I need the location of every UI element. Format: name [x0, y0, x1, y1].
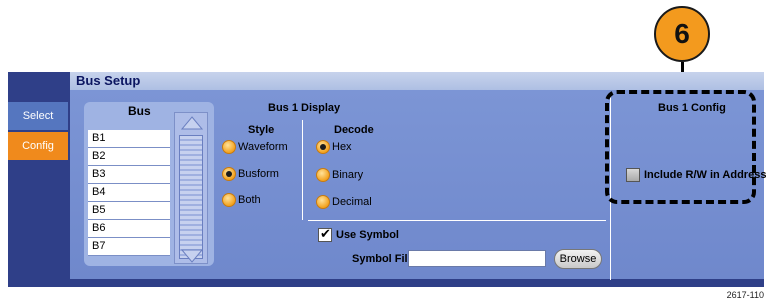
tab-config[interactable]: Config: [8, 132, 68, 160]
bus-item-b6[interactable]: B6: [88, 220, 170, 238]
style-header: Style: [248, 124, 275, 136]
use-symbol-label: Use Symbol: [336, 229, 399, 241]
scroll-down-icon[interactable]: [181, 249, 203, 263]
decode-header: Decode: [334, 124, 374, 136]
browse-button-label: Browse: [559, 253, 597, 265]
bus-item-b4[interactable]: B4: [88, 184, 170, 202]
callout-highlight-box: [605, 90, 756, 204]
callout-badge: 6: [654, 6, 710, 62]
bus-item-b2[interactable]: B2: [88, 148, 170, 166]
bus-scrollbar[interactable]: [174, 112, 208, 264]
style-waveform-label: Waveform: [238, 141, 288, 153]
callout-number: 6: [674, 18, 690, 49]
symbol-divider: [308, 220, 606, 221]
style-decode-divider: [302, 120, 303, 220]
style-busform-radio[interactable]: [222, 167, 236, 181]
decode-decimal-label: Decimal: [332, 196, 372, 208]
style-both-label: Both: [238, 194, 261, 206]
scroll-thumb[interactable]: [179, 135, 203, 259]
decode-binary-radio[interactable]: [316, 168, 330, 182]
decode-decimal-radio[interactable]: [316, 195, 330, 209]
bus-list-frame: Bus B1 B2 B3 B4 B5 B6 B7: [84, 102, 214, 266]
bus-item-b1[interactable]: B1: [88, 130, 170, 148]
tab-select-label: Select: [22, 110, 54, 122]
figure-code: 2617-110: [726, 290, 764, 300]
style-both-radio[interactable]: [222, 193, 236, 207]
bus-item-b5[interactable]: B5: [88, 202, 170, 220]
tab-config-label: Config: [22, 140, 54, 152]
bus-list: B1 B2 B3 B4 B5 B6 B7: [88, 130, 170, 256]
decode-binary-label: Binary: [332, 169, 364, 181]
decode-hex-radio[interactable]: [316, 140, 330, 154]
style-waveform-radio[interactable]: [222, 140, 236, 154]
browse-button[interactable]: Browse: [554, 249, 602, 269]
style-busform-label: Busform: [238, 168, 279, 180]
symbol-file-input[interactable]: [408, 250, 546, 267]
tab-select[interactable]: Select: [8, 102, 68, 130]
bus-header: Bus: [128, 104, 151, 118]
use-symbol-checkbox[interactable]: [318, 226, 332, 242]
bus-item-b7[interactable]: B7: [88, 238, 170, 256]
window-title: Bus Setup: [70, 72, 764, 90]
bus-item-b3[interactable]: B3: [88, 166, 170, 184]
display-header: Bus 1 Display: [268, 102, 341, 114]
decode-hex-label: Hex: [332, 141, 352, 153]
scroll-up-icon[interactable]: [181, 116, 203, 130]
symbol-file-label: Symbol File: [352, 253, 414, 265]
